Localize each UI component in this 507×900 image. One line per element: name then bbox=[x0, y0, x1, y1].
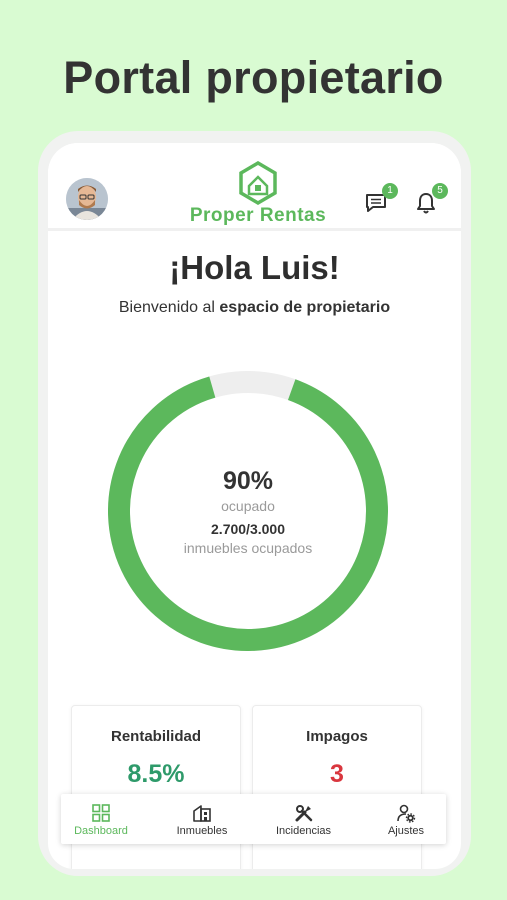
phone-frame: Proper Rentas 1 5 ¡Hola Luis! Bienvenido… bbox=[38, 131, 471, 876]
card-title: Rentabilidad bbox=[110, 728, 201, 745]
nav-label: Ajustes bbox=[387, 825, 425, 837]
card-value: 3 bbox=[330, 760, 344, 788]
subtitle-bold: espacio de propietario bbox=[219, 299, 391, 316]
user-settings-icon bbox=[397, 804, 416, 823]
nav-item-inmuebles[interactable]: Inmuebles bbox=[162, 794, 242, 844]
donut-center: 90% ocupado 2.700/3.000 inmuebles ocupad… bbox=[108, 371, 388, 651]
greeting-title: ¡Hola Luis! bbox=[169, 249, 340, 286]
notifications-button[interactable]: 5 bbox=[414, 183, 448, 215]
building-icon bbox=[193, 805, 211, 822]
promo-title: Portal propietario bbox=[63, 52, 444, 103]
card-value: 8.5% bbox=[127, 760, 185, 788]
card-impagos[interactable]: Impagos 3 bbox=[252, 705, 422, 869]
subtitle-prefix: Bienvenido al bbox=[118, 299, 220, 316]
brand-logo: Proper Rentas bbox=[188, 161, 328, 231]
logo-text: Proper Rentas bbox=[189, 205, 327, 226]
occupancy-percent-label: ocupado bbox=[221, 498, 275, 514]
occupancy-ratio-label: inmuebles ocupados bbox=[183, 540, 313, 556]
grid-icon bbox=[92, 804, 110, 822]
app-screen: Proper Rentas 1 5 ¡Hola Luis! Bienvenido… bbox=[48, 143, 461, 869]
house-hexagon-logo-icon bbox=[239, 161, 277, 206]
greeting-subtitle: Bienvenido al espacio de propietario bbox=[48, 299, 461, 317]
messages-button[interactable]: 1 bbox=[364, 183, 398, 215]
occupancy-percent: 90% bbox=[222, 467, 274, 495]
nav-label: Inmuebles bbox=[176, 825, 228, 837]
card-title: Impagos bbox=[306, 728, 368, 745]
user-avatar[interactable] bbox=[66, 178, 108, 220]
occupancy-ratio: 2.700/3.000 bbox=[211, 521, 285, 537]
nav-label: Dashboard bbox=[74, 825, 128, 837]
notifications-badge: 5 bbox=[432, 183, 448, 199]
messages-badge: 1 bbox=[382, 183, 398, 199]
app-header: Proper Rentas 1 5 bbox=[48, 143, 461, 231]
nav-item-ajustes[interactable]: Ajustes bbox=[366, 794, 446, 844]
tools-icon bbox=[295, 805, 312, 822]
nav-item-dashboard[interactable]: Dashboard bbox=[61, 794, 141, 844]
bottom-nav: Dashboard Inmuebles Incidencias Ajustes bbox=[61, 794, 446, 844]
card-rentabilidad[interactable]: Rentabilidad 8.5% bbox=[71, 705, 241, 869]
nav-item-incidencias[interactable]: Incidencias bbox=[261, 794, 346, 844]
avatar-picture bbox=[66, 178, 108, 220]
nav-label: Incidencias bbox=[275, 825, 332, 837]
